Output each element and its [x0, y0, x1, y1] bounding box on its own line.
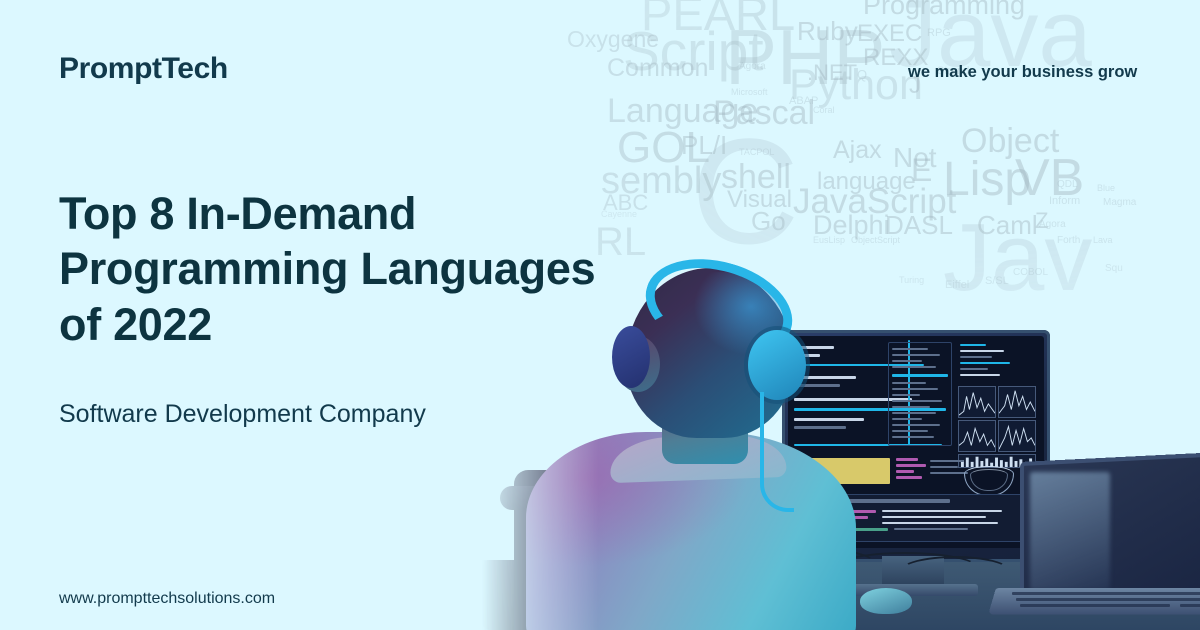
laptop-screen-reflection: [1030, 472, 1110, 590]
promotional-banner: Oxygene PEARL Script PHP Common Agora Python J R…: [0, 0, 1200, 630]
headline-line-1: Top 8 In-Demand: [59, 188, 417, 239]
subtitle: Software Development Company: [59, 400, 426, 428]
headphone-cup-right: [748, 330, 806, 400]
headline-line-3: of 2022: [59, 298, 212, 350]
headphone-cable: [760, 392, 794, 512]
laptop-keys: [1012, 592, 1200, 612]
computer-mouse: [860, 588, 912, 614]
website-url[interactable]: www.prompttechsolutions.com: [59, 590, 275, 608]
headline-line-2: Programming Languages: [59, 243, 596, 295]
waveform-chart: [998, 386, 1036, 418]
waveform-chart: [958, 386, 996, 418]
brand-tagline: we make your business grow: [908, 63, 1138, 81]
waveform-chart: [998, 420, 1036, 452]
brand-logo[interactable]: PromptTech: [59, 52, 228, 86]
waveform-chart: [958, 420, 996, 452]
page-title: Top 8 In-Demand Programming Languages of…: [59, 186, 659, 352]
